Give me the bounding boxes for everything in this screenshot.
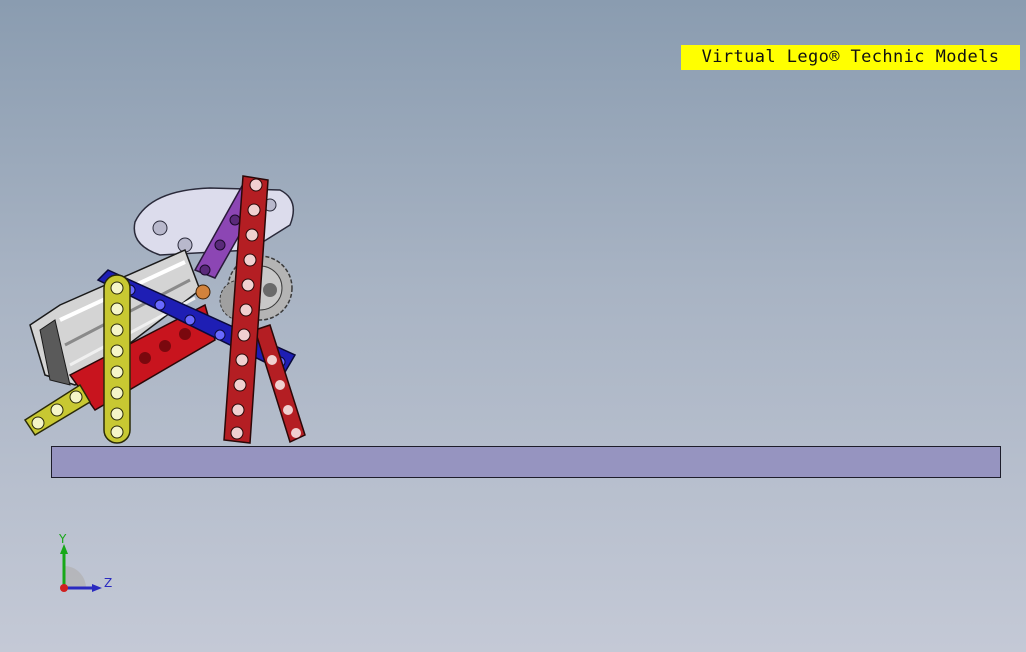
yellow-beam-vertical[interactable] — [103, 274, 131, 444]
yellow-beam-left[interactable] — [23, 383, 92, 437]
orange-connector[interactable] — [195, 284, 211, 300]
axis-triad: Y Z — [50, 530, 120, 600]
lego-technic-model[interactable] — [0, 0, 1026, 652]
y-axis-label: Y — [59, 532, 67, 546]
cad-viewport[interactable]: Virtual Lego® Technic Models Y Z — [0, 0, 1026, 652]
z-axis-label: Z — [104, 576, 113, 590]
